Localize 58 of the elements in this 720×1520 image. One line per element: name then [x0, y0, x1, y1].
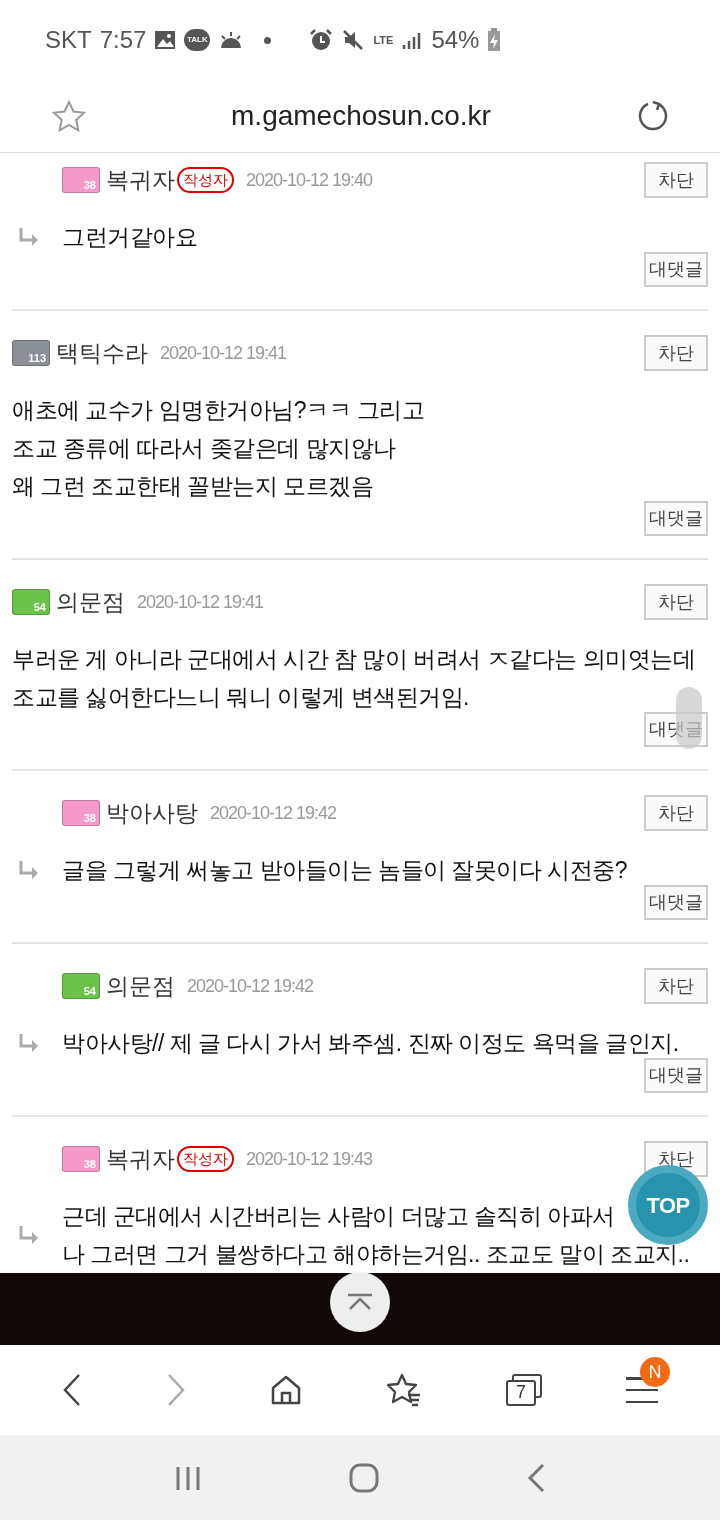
- bookmarks-icon[interactable]: [386, 1373, 422, 1407]
- battery-charging-icon: [487, 28, 502, 52]
- comment-text-line: 박아사탕// 제 글 다시 가서 봐주셈. 진짜 이정도 욕먹을 글인지.: [62, 1029, 679, 1058]
- author-name: 복귀자: [106, 165, 175, 195]
- author-name: 복귀자: [106, 1144, 175, 1174]
- block-button[interactable]: 차단: [644, 584, 708, 620]
- network-label: LTE: [373, 34, 394, 46]
- author-name: 박아사탕: [106, 798, 198, 828]
- author-tag: 작성자: [177, 1146, 234, 1172]
- reply-button[interactable]: 대댓글: [644, 885, 708, 920]
- comment-date: 2020-10-12 19:41: [137, 590, 264, 614]
- block-button[interactable]: 차단: [644, 795, 708, 831]
- author-name: 의문점: [56, 587, 125, 617]
- talk-icon: TALK: [184, 29, 211, 51]
- reply-button[interactable]: 대댓글: [644, 252, 708, 287]
- comment-text-line: 조교 종류에 따라서 좆같은데 많지않나: [12, 434, 396, 463]
- block-button[interactable]: 차단: [644, 968, 708, 1004]
- author-tag: 작성자: [177, 167, 234, 193]
- comment-text-line: 애초에 교수가 임명한거아님?ㅋㅋ 그리고: [12, 396, 425, 425]
- comment-date: 2020-10-12 19:40: [246, 168, 373, 192]
- level-badge: 38: [62, 1146, 100, 1172]
- carrier: SKT: [45, 25, 92, 55]
- home-icon[interactable]: [270, 1374, 302, 1406]
- reply-arrow-icon: [18, 861, 40, 879]
- comment-date: 2020-10-12 19:42: [187, 974, 314, 998]
- reply-arrow-icon: [18, 228, 40, 246]
- author-name: 의문점: [106, 971, 175, 1001]
- level-badge: 38: [62, 167, 100, 193]
- clock: 7:57: [99, 25, 147, 55]
- comment-text-line: 왜 그런 조교한태 꼴받는지 모르겠음: [12, 472, 374, 501]
- reply-arrow-icon: [18, 1034, 40, 1052]
- block-button[interactable]: 차단: [644, 162, 708, 198]
- reply-button[interactable]: 대댓글: [644, 501, 708, 536]
- comment-text-line: 글을 그렇게 써놓고 받아들이는 놈들이 잘못이다 시전중?: [62, 856, 628, 885]
- level-badge: 54: [62, 973, 100, 999]
- author-name: 택틱수라: [56, 338, 148, 368]
- comment-text-line: 근데 군대에서 시간버리는 사람이 더많고 솔직히 아파서: [62, 1202, 615, 1231]
- reply-button[interactable]: 대댓글: [644, 1058, 708, 1093]
- level-badge: 54: [12, 589, 50, 615]
- reply-arrow-icon: [18, 1226, 40, 1244]
- comment-text-line: 부러운 게 아니라 군대에서 시간 참 많이 버려서 ㅈ같다는 의미엿는데: [12, 645, 695, 674]
- refresh-icon[interactable]: [636, 100, 668, 132]
- level-badge: 113: [12, 340, 50, 366]
- caret-up-icon: [347, 1293, 373, 1311]
- url-text[interactable]: m.gamechosun.co.kr: [231, 95, 491, 137]
- block-button[interactable]: 차단: [644, 335, 708, 371]
- comment-date: 2020-10-12 19:42: [210, 801, 337, 825]
- back-icon[interactable]: [62, 1373, 82, 1407]
- comment-date: 2020-10-12 19:41: [160, 341, 287, 365]
- image-icon: [154, 30, 177, 50]
- battery-level: 54%: [431, 25, 480, 55]
- alarm-icon: [309, 28, 334, 52]
- comment-date: 2020-10-12 19:43: [246, 1147, 373, 1171]
- comment-text-line: 그런거같아요: [62, 223, 197, 252]
- star-icon[interactable]: [52, 100, 86, 132]
- notification-badge: N: [640, 1357, 670, 1387]
- level-badge: 38: [62, 800, 100, 826]
- comment-text-line: 조교를 싫어한다느니 뭐니 이렇게 변색된거임.: [12, 683, 469, 712]
